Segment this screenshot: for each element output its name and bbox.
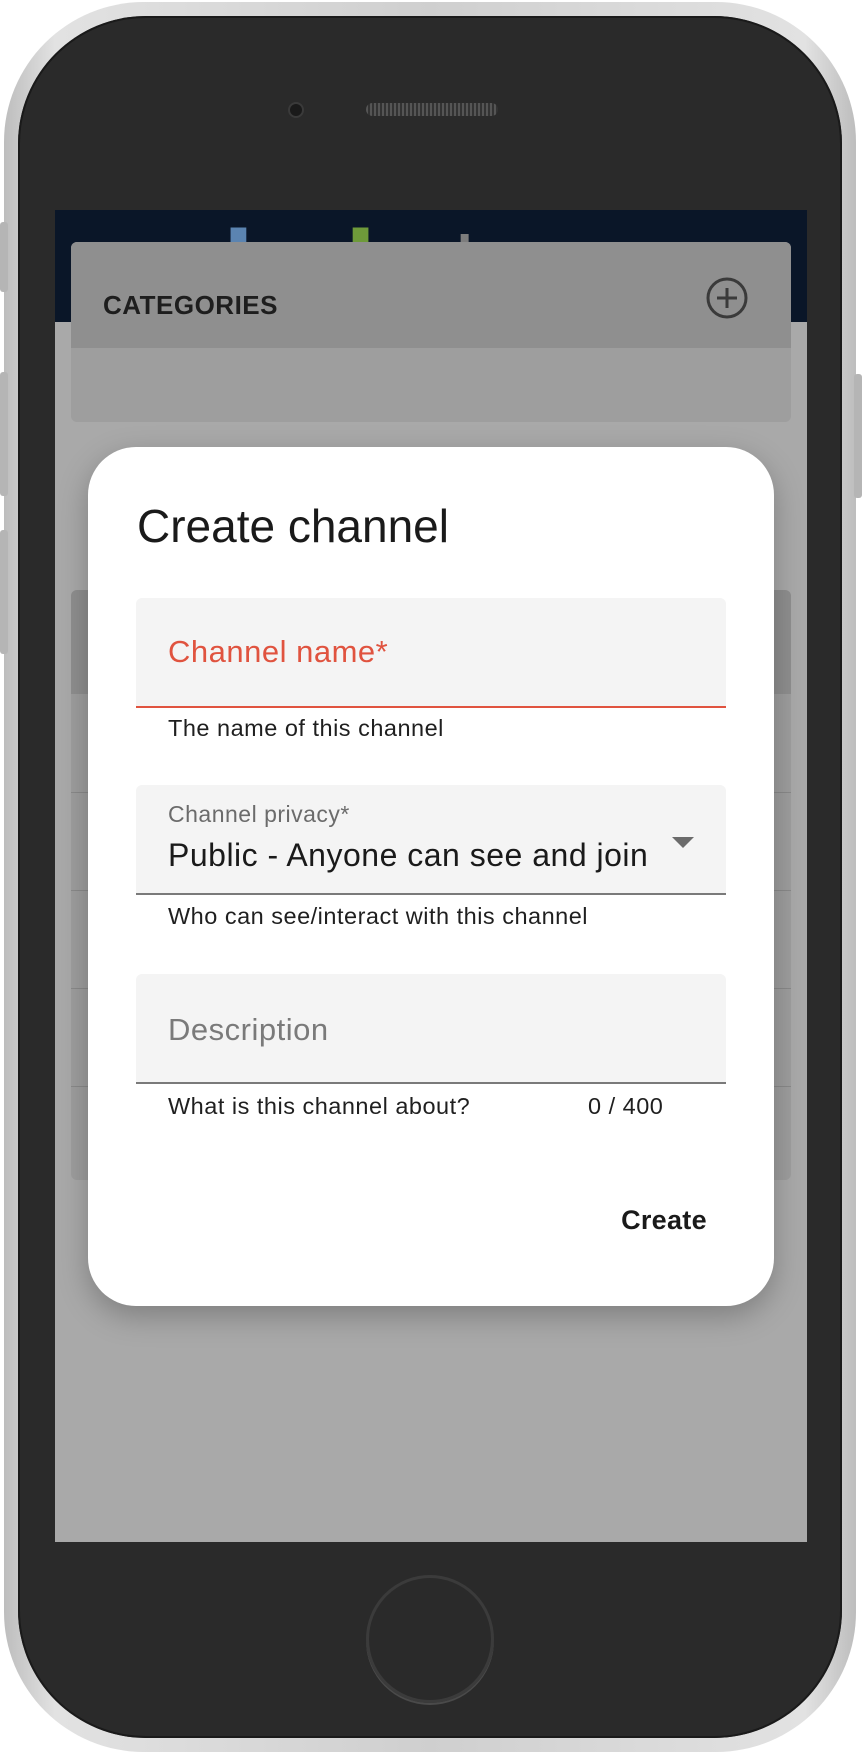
- volume-down-button: [0, 530, 8, 654]
- description-placeholder: Description: [168, 1012, 329, 1047]
- mute-switch: [0, 222, 8, 292]
- description-field[interactable]: Description: [136, 974, 726, 1084]
- character-counter: 0 / 400: [588, 1093, 664, 1119]
- description-hint: What is this channel about?: [168, 1093, 471, 1119]
- categories-title: CATEGORIES: [103, 290, 278, 320]
- channel-privacy-value: Public - Anyone can see and join: [168, 837, 649, 873]
- channel-privacy-hint: Who can see/interact with this channel: [168, 903, 589, 929]
- power-button: [854, 374, 862, 498]
- channel-name-field[interactable]: Channel name*: [136, 598, 726, 708]
- home-button[interactable]: [366, 1575, 494, 1703]
- create-button[interactable]: Create: [604, 1191, 724, 1249]
- channel-privacy-label: Channel privacy*: [168, 801, 350, 827]
- dialog-title: Create channel: [137, 500, 449, 552]
- channel-name-label: Channel name*: [168, 634, 389, 669]
- create-channel-dialog: Create channel Channel name* The name of…: [88, 447, 774, 1306]
- chevron-down-icon: [672, 837, 694, 848]
- channel-privacy-select[interactable]: Channel privacy* Public - Anyone can see…: [136, 785, 726, 895]
- front-camera: [288, 102, 304, 118]
- speaker-grille: [366, 103, 498, 116]
- channel-name-hint: The name of this channel: [168, 715, 444, 741]
- volume-up-button: [0, 372, 8, 496]
- add-circle-icon[interactable]: [705, 276, 749, 320]
